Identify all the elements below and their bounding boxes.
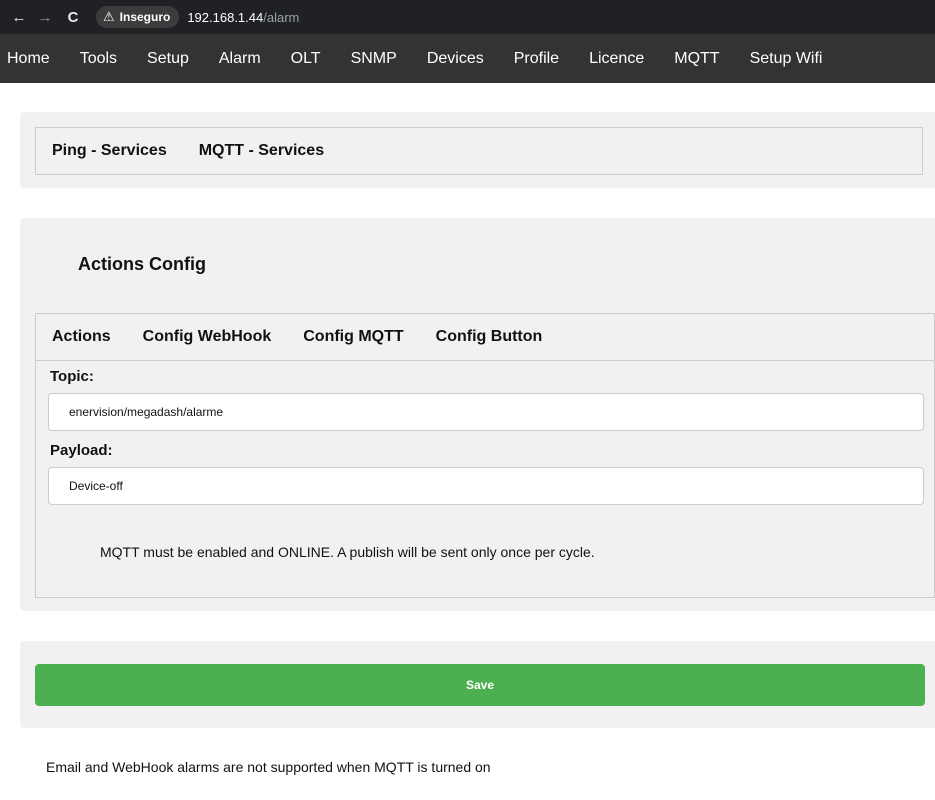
reload-icon[interactable]: C [60, 4, 86, 30]
services-tabbar: Ping - Services MQTT - Services [35, 127, 923, 175]
payload-label: Payload: [50, 442, 113, 459]
nav-item-alarm[interactable]: Alarm [204, 34, 276, 83]
address-bar[interactable]: 192.168.1.44/alarm [187, 10, 299, 25]
topic-input[interactable] [48, 393, 924, 431]
mqtt-note: MQTT must be enabled and ONLINE. A publi… [100, 544, 595, 560]
warning-icon: ⚠ [103, 9, 115, 24]
footer-note: Email and WebHook alarms are not support… [46, 759, 491, 775]
back-arrow-icon[interactable]: ← [6, 4, 32, 30]
nav-item-snmp[interactable]: SNMP [336, 34, 412, 83]
nav-item-mqtt[interactable]: MQTT [659, 34, 734, 83]
security-badge[interactable]: ⚠ Inseguro [96, 6, 180, 28]
nav-item-setup-wifi[interactable]: Setup Wifi [735, 34, 838, 83]
tab-config-button[interactable]: Config Button [420, 314, 559, 360]
main-navbar: Home Tools Setup Alarm OLT SNMP Devices … [0, 34, 935, 83]
save-button[interactable]: Save [35, 664, 925, 706]
section-title: Actions Config [78, 254, 206, 274]
url-path: /alarm [263, 9, 300, 25]
tab-config-mqtt[interactable]: Config MQTT [287, 314, 419, 360]
url-host: 192.168.1.44 [187, 9, 264, 25]
services-panel: Ping - Services MQTT - Services [20, 112, 935, 188]
tab-mqtt-services[interactable]: MQTT - Services [183, 128, 340, 174]
tab-ping-services[interactable]: Ping - Services [36, 128, 183, 174]
browser-toolbar: ← → C ⚠ Inseguro 192.168.1.44/alarm [0, 0, 935, 34]
nav-item-setup[interactable]: Setup [132, 34, 204, 83]
nav-item-home[interactable]: Home [0, 34, 65, 83]
nav-item-olt[interactable]: OLT [276, 34, 336, 83]
tab-actions[interactable]: Actions [36, 314, 127, 360]
payload-input[interactable] [48, 467, 924, 505]
tab-config-webhook[interactable]: Config WebHook [127, 314, 288, 360]
actions-config-panel: Actions Config Actions Config WebHook Co… [20, 218, 935, 611]
config-box: Actions Config WebHook Config MQTT Confi… [35, 313, 935, 598]
security-badge-label: Inseguro [119, 10, 171, 24]
nav-item-licence[interactable]: Licence [574, 34, 659, 83]
forward-arrow-icon[interactable]: → [32, 4, 58, 30]
nav-item-profile[interactable]: Profile [499, 34, 574, 83]
actions-tabbar: Actions Config WebHook Config MQTT Confi… [36, 314, 934, 361]
save-panel: Save [20, 641, 935, 728]
nav-item-tools[interactable]: Tools [65, 34, 132, 83]
nav-item-devices[interactable]: Devices [412, 34, 499, 83]
topic-label: Topic: [50, 368, 94, 385]
